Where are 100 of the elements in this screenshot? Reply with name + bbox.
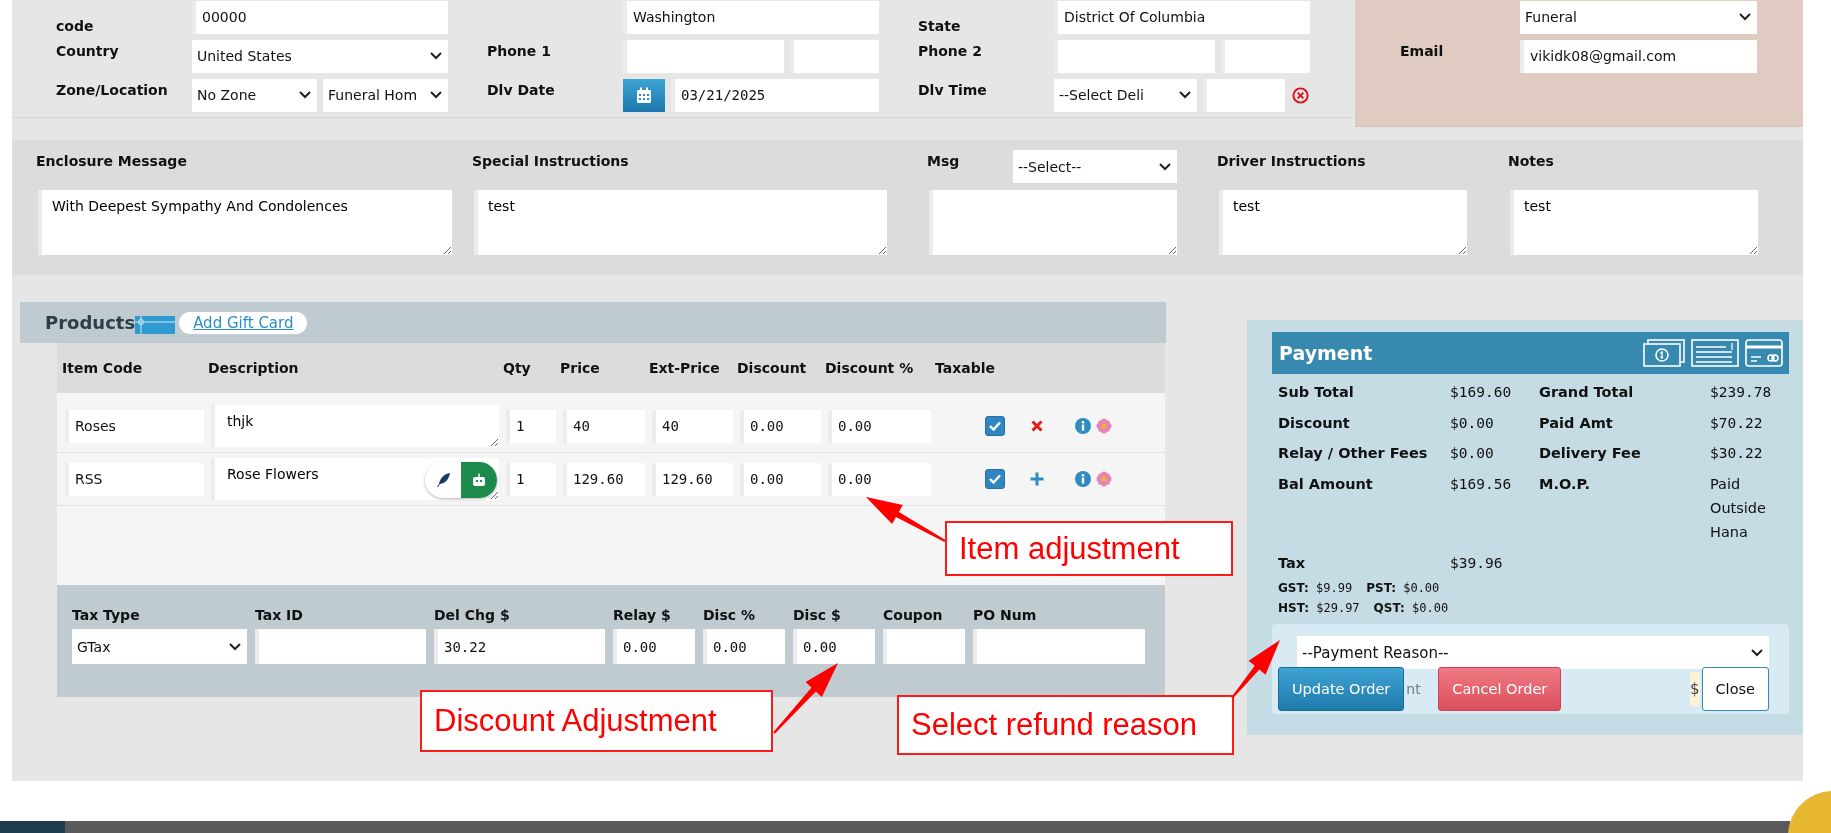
column-header: Discount (737, 360, 808, 376)
summary-label: Relay / Other Fees (1278, 444, 1429, 463)
assistant-badge[interactable] (425, 462, 497, 498)
select-field[interactable]: United States (192, 39, 448, 73)
select-field[interactable]: Funeral Hom (323, 78, 448, 112)
add-icon[interactable] (1030, 472, 1044, 486)
summary-label: Paid Amt (1539, 413, 1614, 433)
input-field[interactable] (255, 629, 426, 664)
input-field[interactable]: 00000 (192, 0, 448, 34)
chevron-icon (1739, 13, 1751, 21)
input-field[interactable]: 0.00 (613, 629, 695, 664)
input-field[interactable]: 0.00 (793, 629, 875, 664)
chevron-icon (1159, 162, 1171, 171)
text-area[interactable]: thjk (211, 405, 499, 447)
field-label: State (918, 18, 962, 34)
input-field[interactable] (1203, 78, 1285, 112)
field-label: Msg (927, 152, 961, 169)
field-label: Disc % (703, 607, 756, 623)
field-label: code (56, 18, 95, 34)
input-field[interactable]: Washington (623, 0, 879, 34)
input-field[interactable]: 0.00 (740, 409, 821, 443)
column-header: Description (208, 360, 300, 376)
input-field[interactable]: 0.00 (828, 409, 931, 443)
checkbox[interactable] (985, 416, 1005, 436)
input-field[interactable]: 1 (506, 462, 556, 496)
chevron-icon (1751, 648, 1763, 657)
calendar-button[interactable] (623, 78, 665, 112)
add-gift-card-link[interactable]: Add Gift Card (179, 311, 308, 334)
input-field[interactable]: 0.00 (740, 462, 821, 496)
checkmark-icon (988, 419, 1002, 433)
flower-icon[interactable] (1096, 418, 1112, 434)
robot-icon (461, 462, 497, 498)
select-field[interactable]: No Zone (192, 78, 317, 112)
input-field[interactable]: 1 (506, 409, 556, 443)
summary-value: $169.56 (1450, 474, 1513, 494)
input-field[interactable]: 129.60 (652, 462, 733, 496)
input-field[interactable] (1054, 39, 1216, 73)
input-field[interactable] (1221, 39, 1310, 73)
flower-icon[interactable] (1096, 471, 1112, 487)
checkbox[interactable] (985, 469, 1005, 489)
text-area[interactable]: test (1510, 190, 1758, 255)
chevron-icon (430, 52, 442, 60)
callout-label: Select refund reason (897, 695, 1234, 755)
field-label: Tax ID (255, 607, 304, 623)
gift-card-icon (135, 314, 176, 335)
field-label: Country (56, 42, 120, 61)
input-field[interactable]: vikidk08@gmail.com (1520, 39, 1757, 73)
chevron-icon (430, 91, 442, 99)
input-field[interactable]: 129.60 (563, 462, 645, 496)
input-field[interactable]: 0.00 (703, 629, 785, 664)
input-field[interactable]: 30.22 (434, 629, 605, 664)
select-field[interactable]: GTax (72, 629, 247, 664)
input-field[interactable]: District Of Columbia (1054, 0, 1310, 34)
input-field[interactable]: 40 (563, 409, 645, 443)
input-field[interactable] (790, 39, 879, 73)
field-label: Relay $ (613, 607, 672, 623)
summary-value: $0.00 (1450, 413, 1495, 433)
select-field[interactable]: --Select Deli (1054, 78, 1197, 112)
column-header: Discount % (825, 360, 915, 376)
tax-breakdown: PST: $0.00 (1366, 580, 1440, 597)
cheque-icon[interactable] (1691, 339, 1739, 367)
callout-arrow (1231, 640, 1280, 699)
cash-icon[interactable] (1643, 339, 1685, 367)
action-button[interactable]: Update Order (1278, 667, 1405, 711)
column-header: Taxable (935, 360, 996, 376)
clear-icon[interactable] (1291, 85, 1310, 105)
field-label: Driver Instructions (1217, 152, 1366, 169)
date-field[interactable]: 03/21/2025 (671, 78, 879, 112)
field-label: Tax Type (72, 607, 141, 623)
info-icon[interactable] (1075, 418, 1091, 434)
section-title: Payment (1279, 342, 1373, 364)
credit-card-icon[interactable] (1745, 339, 1783, 367)
column-header: Ext-Price (649, 360, 721, 376)
input-field[interactable]: 0.00 (828, 462, 931, 496)
delete-icon[interactable] (1030, 419, 1044, 433)
input-field[interactable]: 40 (652, 409, 733, 443)
summary-label: M.O.P. (1539, 474, 1591, 494)
summary-value: Paid Outside Hana (1710, 474, 1767, 542)
select-field[interactable]: --Payment Reason-- (1297, 636, 1769, 669)
field-label: Disc $ (793, 607, 842, 623)
select-field[interactable]: --Select-- (1013, 150, 1177, 183)
chevron-icon (1179, 91, 1191, 99)
currency-prefix: $ (1689, 672, 1700, 706)
action-button[interactable]: Close (1701, 667, 1769, 711)
summary-value: $70.22 (1710, 413, 1764, 433)
text-area[interactable]: test (1219, 190, 1467, 255)
field-label: Zone/Location (56, 81, 169, 100)
column-header: Qty (503, 360, 532, 376)
text-area[interactable]: With Deepest Sympathy And Condolences (38, 190, 452, 255)
info-icon[interactable] (1075, 471, 1091, 487)
input-field[interactable] (883, 629, 965, 664)
summary-value: $239.78 (1710, 383, 1773, 402)
input-field[interactable]: Roses (65, 409, 204, 443)
input-field[interactable] (623, 39, 785, 73)
input-field[interactable]: RSS (65, 462, 204, 496)
input-field[interactable] (973, 629, 1145, 664)
select-field[interactable]: Funeral (1520, 0, 1757, 34)
calendar-icon (636, 86, 652, 104)
text-area[interactable]: test (474, 190, 887, 255)
tax-breakdown: GST: $9.99 (1278, 580, 1353, 597)
